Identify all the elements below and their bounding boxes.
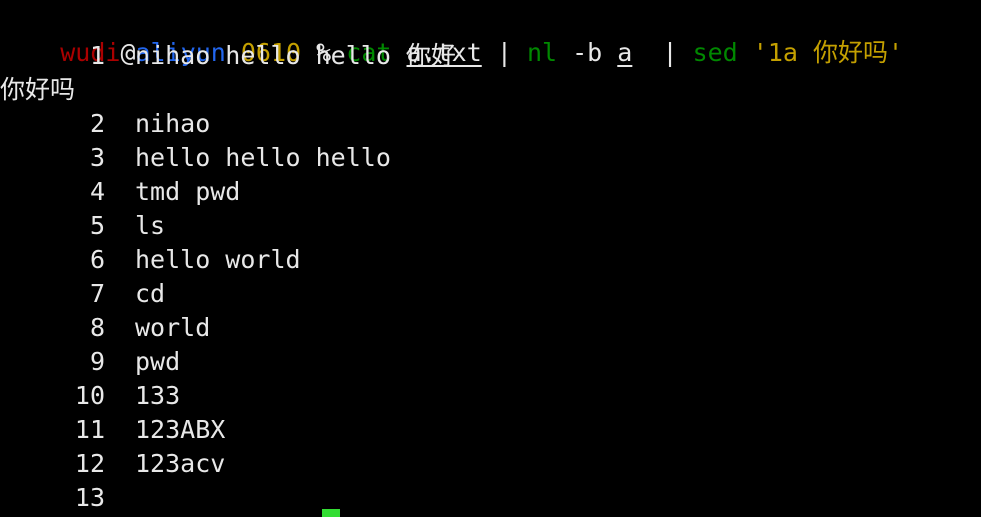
output-line: 9 pwd bbox=[0, 345, 981, 379]
output-line: 4 tmd pwd bbox=[0, 175, 981, 209]
output-line-text: hello world bbox=[135, 245, 301, 274]
output-line-number: 4 bbox=[89, 177, 105, 206]
output-line-number: 8 bbox=[89, 313, 105, 342]
output-line-text: 133 bbox=[135, 381, 181, 410]
output-line-text: pwd bbox=[135, 347, 181, 376]
output-line-number: 1 bbox=[89, 41, 105, 70]
output-line: 5 ls bbox=[0, 209, 981, 243]
output-line: 11 123ABX bbox=[0, 413, 981, 447]
text-cursor bbox=[322, 509, 340, 517]
terminal-window[interactable]: wudi@aliyun 0610 % cat a.txt | nl -b a |… bbox=[0, 0, 981, 517]
output-line-number: 9 bbox=[89, 347, 105, 376]
output-line-number: 5 bbox=[89, 211, 105, 240]
output-line: 2 nihao bbox=[0, 107, 981, 141]
output-line-number: 13 bbox=[74, 483, 105, 512]
output-line: 3 hello hello hello bbox=[0, 141, 981, 175]
output-line-text: 123ABX bbox=[135, 415, 226, 444]
output-line-number: 2 bbox=[89, 109, 105, 138]
output-line-number: 6 bbox=[89, 245, 105, 274]
output-line: 13 bbox=[0, 481, 981, 515]
output-line-text: cd bbox=[135, 279, 166, 308]
output-line-text: ls bbox=[135, 211, 166, 240]
output-line: 12 123acv bbox=[0, 447, 981, 481]
output-line-number: 11 bbox=[74, 415, 105, 444]
output-line: 7 cd bbox=[0, 277, 981, 311]
output-line-text: hello hello hello bbox=[135, 143, 391, 172]
output-line: 1 nihao hello hello 你好 bbox=[0, 39, 981, 73]
output-line-text: nihao hello hello 你好 bbox=[135, 41, 456, 70]
output-line-text: world bbox=[135, 313, 211, 342]
output-line-text: tmd pwd bbox=[135, 177, 241, 206]
output-line: 8 world bbox=[0, 311, 981, 345]
output-line-text: 123acv bbox=[135, 449, 226, 478]
output-line-number: 3 bbox=[89, 143, 105, 172]
output-line-number: 12 bbox=[74, 449, 105, 478]
output-line-number: 7 bbox=[89, 279, 105, 308]
output-line-number: 10 bbox=[74, 381, 105, 410]
output-line: 6 hello world bbox=[0, 243, 981, 277]
output-line-text: 你好吗 bbox=[0, 75, 76, 104]
output-wrapped-line: 你好吗 bbox=[0, 73, 981, 107]
output-line-text: nihao bbox=[135, 109, 211, 138]
output-line: 10 133 bbox=[0, 379, 981, 413]
prompt-command-line: wudi@aliyun 0610 % cat a.txt | nl -b a |… bbox=[0, 2, 903, 67]
